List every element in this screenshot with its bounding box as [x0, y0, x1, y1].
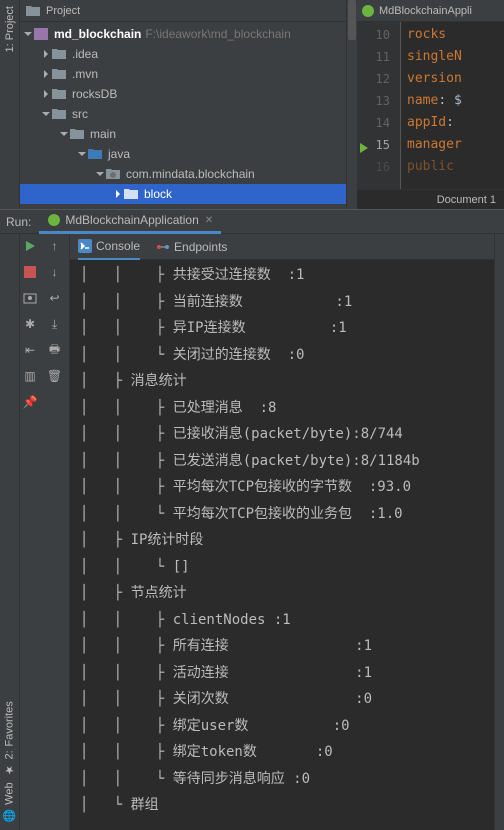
- line-num: 12: [357, 68, 390, 90]
- chevron-down-icon[interactable]: [94, 168, 106, 180]
- tree-header: Project: [20, 0, 346, 22]
- module-icon: [34, 27, 50, 41]
- web-tab[interactable]: 🌐 Web: [3, 782, 16, 822]
- tree-item-idea[interactable]: .idea: [20, 44, 346, 64]
- chevron-down-icon[interactable]: [58, 128, 70, 140]
- line-num: 15: [357, 134, 390, 156]
- tree-item-block[interactable]: block: [20, 184, 346, 204]
- exit-icon[interactable]: ⇤: [22, 342, 38, 358]
- run-tab[interactable]: MdBlockchainApplication ✕: [39, 210, 221, 234]
- folder-icon: [52, 87, 68, 101]
- down-icon[interactable]: ↓: [47, 264, 63, 280]
- tree-item-src[interactable]: src: [20, 104, 346, 124]
- star-icon: ★: [3, 763, 16, 776]
- console-icon: [78, 239, 92, 253]
- endpoints-tab[interactable]: Endpoints: [156, 234, 227, 260]
- pin-icon[interactable]: 📌: [22, 394, 38, 410]
- trash-icon[interactable]: 🗑: [47, 368, 63, 384]
- chevron-down-icon[interactable]: [22, 28, 34, 40]
- line-num: 16: [357, 156, 390, 178]
- editor-tab[interactable]: MdBlockchainAppli: [357, 0, 504, 22]
- chevron-right-icon[interactable]: [40, 48, 52, 60]
- spring-icon: [47, 213, 61, 227]
- scroll-icon[interactable]: ⤓: [47, 316, 63, 332]
- tree-item-mvn[interactable]: .mvn: [20, 64, 346, 84]
- stop-button[interactable]: [22, 264, 38, 280]
- tree-item-main[interactable]: main: [20, 124, 346, 144]
- endpoints-icon: [156, 240, 170, 254]
- globe-icon: 🌐: [3, 809, 16, 822]
- chevron-right-icon[interactable]: [40, 88, 52, 100]
- layout-icon[interactable]: ▥: [22, 368, 38, 384]
- folder-icon: [52, 47, 68, 61]
- chevron-right-icon[interactable]: [40, 68, 52, 80]
- tree-item-java[interactable]: java: [20, 144, 346, 164]
- line-num: 11: [357, 46, 390, 68]
- package-icon: [106, 167, 122, 181]
- tree-root[interactable]: md_blockchain F:\ideawork\md_blockchain: [20, 24, 346, 44]
- bug-icon[interactable]: ✱: [22, 316, 38, 332]
- tree-scrollbar[interactable]: [347, 0, 357, 209]
- package-icon: [124, 187, 140, 201]
- close-icon[interactable]: ✕: [205, 215, 213, 226]
- project-tab[interactable]: 1: Project: [4, 0, 16, 59]
- run-header: Run: MdBlockchainApplication ✕: [0, 210, 504, 234]
- tree-item-rocksdb[interactable]: rocksDB: [20, 84, 346, 104]
- line-num: 14: [357, 112, 390, 134]
- editor-status: Document 1: [357, 189, 504, 209]
- project-tree[interactable]: Project md_blockchain F:\ideawork\md_blo…: [20, 0, 347, 209]
- wrap-icon[interactable]: ↩: [47, 290, 63, 306]
- folder-icon: [70, 127, 86, 141]
- editor-panel: MdBlockchainAppli 10 11 12 13 14 15 16 r…: [357, 0, 504, 209]
- editor-gutter[interactable]: 10 11 12 13 14 15 16: [357, 22, 401, 189]
- vtab-num: 1:: [4, 43, 16, 52]
- folder-icon: [52, 67, 68, 81]
- print-icon[interactable]: 🖶: [47, 342, 63, 358]
- folder-icon: [26, 4, 42, 18]
- folder-icon: [52, 107, 68, 121]
- up-icon[interactable]: ↑: [47, 238, 63, 254]
- console-scrollbar[interactable]: [494, 234, 504, 830]
- console-output[interactable]: │ │ ├ 共接受过连接数 :1 │ │ ├ 当前连接数 :1 │ │ ├ 异I…: [70, 260, 494, 830]
- console-tab[interactable]: Console: [78, 234, 140, 260]
- chevron-right-icon[interactable]: [112, 188, 124, 200]
- source-folder-icon: [88, 147, 104, 161]
- editor-code[interactable]: rocks singleN version name: $ appId: man…: [401, 22, 504, 189]
- chevron-down-icon[interactable]: [40, 108, 52, 120]
- line-num: 10: [357, 24, 390, 46]
- line-num: 13: [357, 90, 390, 112]
- camera-icon[interactable]: [22, 290, 38, 306]
- run-title: Run:: [6, 215, 31, 229]
- favorites-tab[interactable]: ★ 2: Favorites: [3, 701, 16, 776]
- tree-item-package[interactable]: com.mindata.blockchain: [20, 164, 346, 184]
- chevron-down-icon[interactable]: [76, 148, 88, 160]
- spring-icon: [361, 4, 375, 18]
- rerun-button[interactable]: [22, 238, 38, 254]
